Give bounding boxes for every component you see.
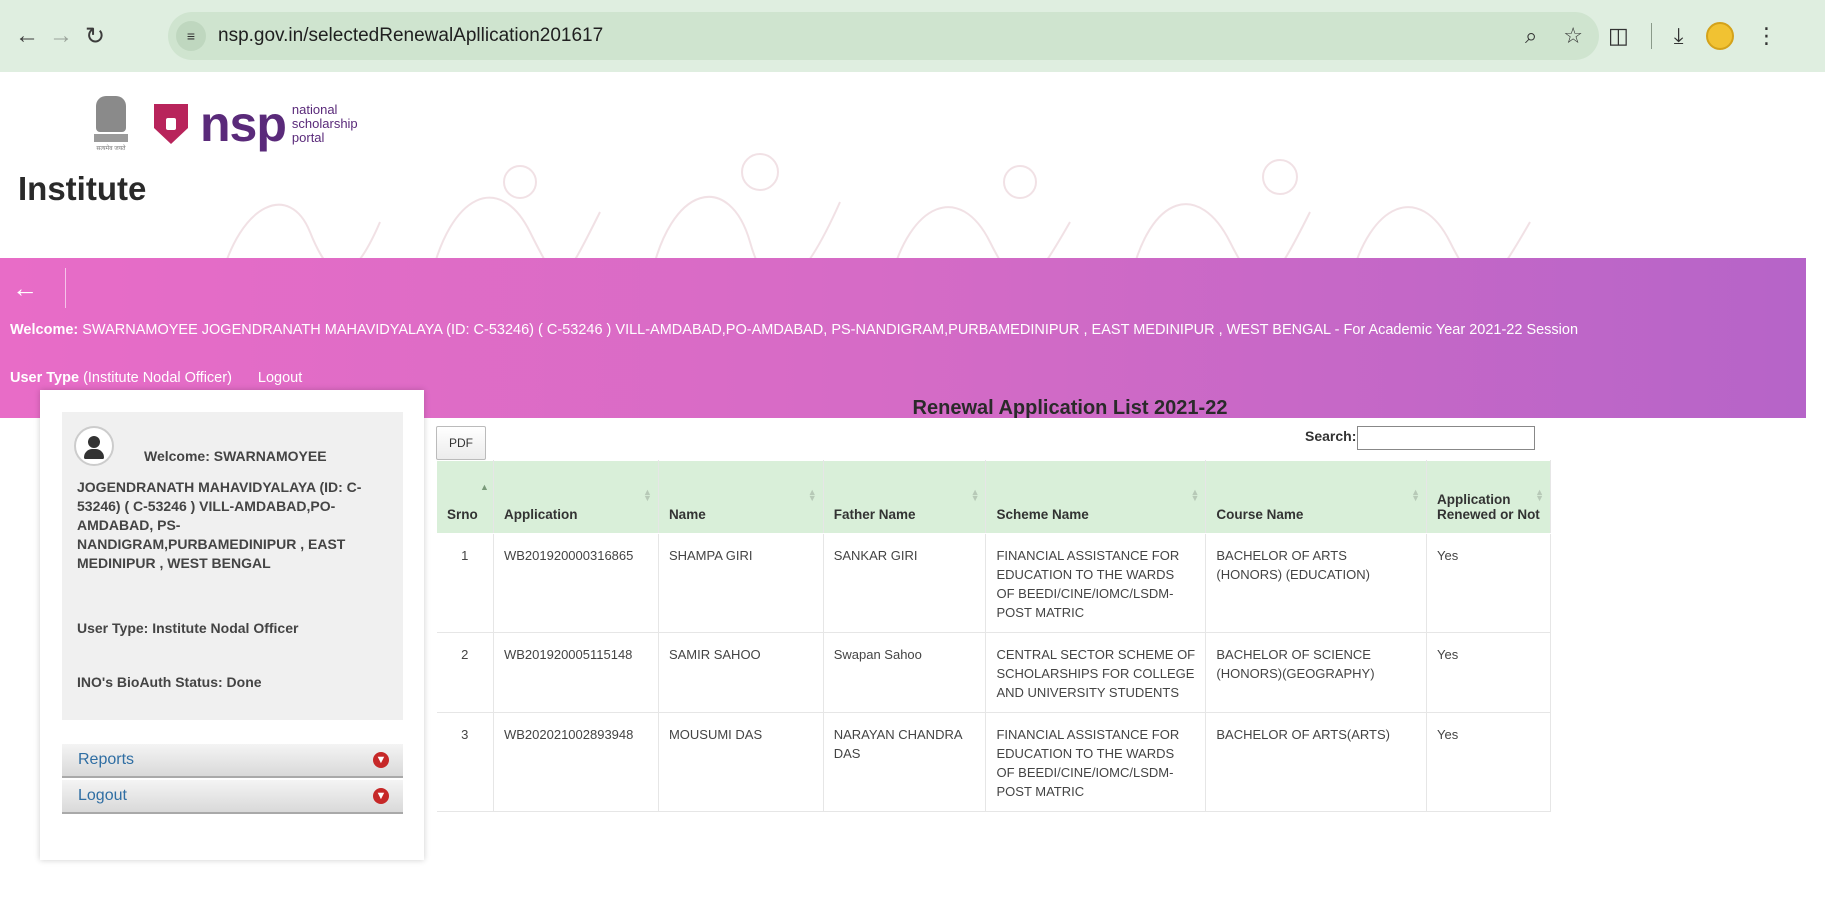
cell-application: WB201920005115148 bbox=[493, 632, 659, 713]
table-row: 3 WB202021002893948 MOUSUMI DAS NARAYAN … bbox=[436, 712, 1551, 812]
column-header-application[interactable]: Application ▲ ▼ bbox=[492, 460, 659, 534]
renewal-applications-table: ▲ Srno Application ▲ ▼ Name ▲ ▼ Father Name ▲ ▼… bbox=[436, 460, 1551, 812]
cell-srno: 1 bbox=[436, 533, 494, 633]
more-menu-icon[interactable]: ⋮ bbox=[1756, 23, 1778, 49]
address-bar[interactable]: ≡ nsp.gov.in/selectedRenewalApllication2… bbox=[168, 12, 1599, 60]
cell-name: SHAMPA GIRI bbox=[658, 533, 824, 633]
chevron-down-circle-icon[interactable]: ▼ bbox=[373, 788, 389, 804]
nsp-shield-icon bbox=[154, 104, 188, 144]
table-row: 2 WB201920005115148 SAMIR SAHOO Swapan S… bbox=[436, 632, 1551, 713]
cell-scheme-name: FINANCIAL ASSISTANCE FOR EDUCATION TO TH… bbox=[985, 533, 1207, 633]
sort-icon: ▲ ▼ bbox=[970, 487, 980, 503]
sidebar: Welcome: SWARNAMOYEE JOGENDRANATH MAHAVI… bbox=[40, 390, 424, 860]
cell-scheme-name: FINANCIAL ASSISTANCE FOR EDUCATION TO TH… bbox=[985, 712, 1207, 812]
cell-father-name: SANKAR GIRI bbox=[823, 533, 987, 633]
cell-name: MOUSUMI DAS bbox=[658, 712, 824, 812]
sort-icon: ▲ ▼ bbox=[1190, 487, 1200, 503]
column-header-name[interactable]: Name ▲ ▼ bbox=[657, 460, 824, 534]
toolbar-divider bbox=[1650, 23, 1652, 49]
url-text[interactable]: nsp.gov.in/selectedRenewalApllication201… bbox=[218, 25, 603, 47]
cell-application: WB201920000316865 bbox=[493, 533, 659, 633]
browser-toolbar: ← → ↻ ≡ nsp.gov.in/selectedRenewalApllic… bbox=[0, 0, 1825, 72]
cell-father-name: Swapan Sahoo bbox=[823, 632, 987, 713]
sort-icon: ▲ ▼ bbox=[1535, 487, 1544, 503]
table-row: 1 WB201920000316865 SHAMPA GIRI SANKAR G… bbox=[436, 533, 1551, 633]
zoom-icon[interactable]: ⌕ bbox=[1525, 23, 1537, 49]
nsp-tagline: national scholarship portal bbox=[291, 102, 358, 145]
profile-user-type: User Type: Institute Nodal Officer bbox=[77, 620, 299, 636]
sort-ascending-icon: ▲ bbox=[480, 482, 489, 492]
cell-application: WB202021002893948 bbox=[493, 712, 659, 812]
list-title: Renewal Application List 2021-22 bbox=[912, 397, 1228, 419]
column-header-scheme-name[interactable]: Scheme Name ▲ ▼ bbox=[985, 460, 1207, 534]
forward-arrow-icon[interactable]: → bbox=[44, 19, 78, 53]
site-info-icon[interactable]: ≡ bbox=[176, 21, 206, 51]
cell-name: SAMIR SAHOO bbox=[658, 632, 824, 713]
page-title: Institute bbox=[18, 170, 147, 207]
profile-avatar-icon[interactable] bbox=[1705, 22, 1734, 50]
cell-course-name: BACHELOR OF ARTS(ARTS) bbox=[1205, 712, 1428, 812]
bookmark-star-icon[interactable]: ☆ bbox=[1563, 23, 1583, 49]
cell-scheme-name: CENTRAL SECTOR SCHEME OF SCHOLARSHIPS FO… bbox=[985, 632, 1207, 713]
cell-course-name: BACHELOR OF SCIENCE (HONORS)(GEOGRAPHY) bbox=[1205, 632, 1428, 713]
sidebar-item-reports[interactable]: Reports ▼ bbox=[62, 744, 403, 778]
national-emblem-icon: सत्यमेव जयते bbox=[90, 96, 132, 152]
column-header-srno[interactable]: ▲ Srno bbox=[436, 460, 494, 534]
cell-renewed: Yes bbox=[1426, 712, 1551, 812]
banner-welcome: Welcome: SWARNAMOYEE JOGENDRANATH MAHAVI… bbox=[10, 322, 1579, 338]
sidebar-item-logout[interactable]: Logout ▼ bbox=[62, 780, 403, 814]
profile-bioauth-status: INO's BioAuth Status: Done bbox=[77, 674, 262, 690]
sort-icon: ▲ ▼ bbox=[643, 487, 652, 503]
cell-renewed: Yes bbox=[1426, 632, 1551, 713]
back-arrow-icon[interactable]: ← bbox=[10, 19, 44, 53]
extensions-icon[interactable]: ◫ bbox=[1608, 23, 1629, 49]
profile-card: Welcome: SWARNAMOYEE JOGENDRANATH MAHAVI… bbox=[62, 412, 403, 720]
column-header-father-name[interactable]: Father Name ▲ ▼ bbox=[822, 460, 987, 534]
cell-father-name: NARAYAN CHANDRA DAS bbox=[823, 712, 987, 812]
banner-logout-link[interactable]: Logout bbox=[258, 370, 302, 386]
search-label: Search: bbox=[1305, 428, 1357, 444]
sort-icon: ▲ ▼ bbox=[1411, 487, 1421, 503]
cell-srno: 2 bbox=[436, 632, 494, 713]
cell-renewed: Yes bbox=[1426, 533, 1551, 633]
column-header-renewed[interactable]: Application Renewed or Not ▲ ▼ bbox=[1426, 460, 1551, 534]
cell-course-name: BACHELOR OF ARTS (HONORS) (EDUCATION) bbox=[1205, 533, 1428, 633]
pdf-export-button[interactable]: PDF bbox=[436, 426, 486, 460]
reload-icon[interactable]: ↻ bbox=[78, 19, 112, 53]
page-content: सत्यमेव जयते nsp national scholarship po… bbox=[0, 72, 1825, 913]
profile-address: JOGENDRANATH MAHAVIDYALAYA (ID: C-53246)… bbox=[77, 479, 362, 571]
cell-srno: 3 bbox=[436, 712, 494, 812]
search-input[interactable] bbox=[1357, 426, 1535, 450]
banner-user-info: User Type (Institute Nodal Officer) Logo… bbox=[10, 370, 303, 386]
back-arrow-icon[interactable]: ← bbox=[10, 268, 66, 308]
sort-icon: ▲ ▼ bbox=[807, 487, 817, 503]
chevron-down-circle-icon[interactable]: ▼ bbox=[373, 752, 389, 768]
table-header-row: ▲ Srno Application ▲ ▼ Name ▲ ▼ Father Name ▲ ▼… bbox=[436, 460, 1551, 534]
download-icon[interactable]: ⤓ bbox=[1674, 23, 1684, 49]
profile-welcome: Welcome: SWARNAMOYEE bbox=[144, 448, 327, 464]
column-header-course-name[interactable]: Course Name ▲ ▼ bbox=[1205, 460, 1428, 534]
user-avatar-icon bbox=[74, 426, 114, 466]
